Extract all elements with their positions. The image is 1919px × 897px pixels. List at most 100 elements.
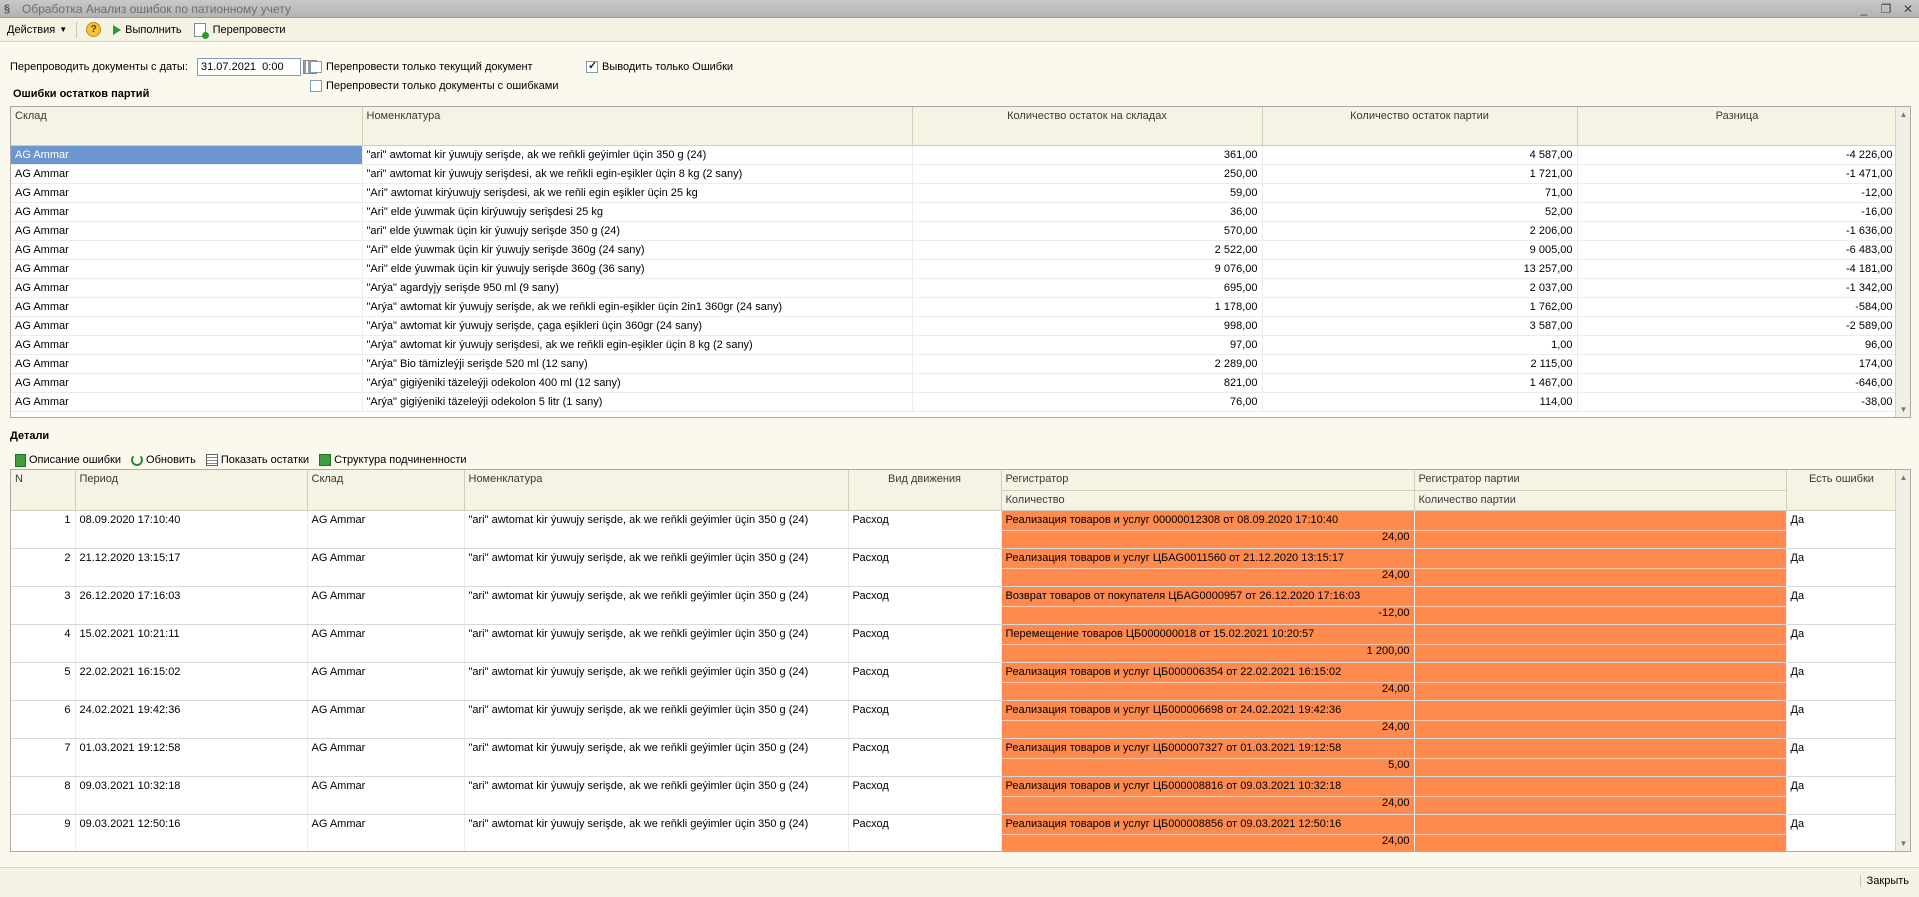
table-row[interactable]: 9 09.03.2021 12:50:16 AG Ammar "ari" awtoma… (11, 814, 1898, 851)
repost-button[interactable]: Перепровести (191, 20, 289, 40)
table-row[interactable]: AG Ammar "Arýa" gigiýeniki täzeleýji odek… (11, 373, 1898, 393)
close-icon[interactable]: ✕ (1901, 2, 1915, 16)
cell-nomenclature: "ari" awtomat kir ýuwujy serişde, ak we … (464, 548, 849, 587)
scroll-up-icon[interactable]: ▲ (1896, 107, 1910, 122)
cell-period: 09.03.2021 10:32:18 (75, 776, 308, 815)
scroll-up-icon[interactable]: ▲ (1896, 470, 1910, 485)
cell-registrar[interactable]: Реализация товаров и услуг ЦБ000007327 о… (1001, 738, 1415, 759)
refresh-button[interactable]: Обновить (131, 450, 196, 470)
column-header-difference[interactable]: Разница (1577, 107, 1898, 146)
show-balances-button[interactable]: Показать остатки (205, 450, 309, 470)
only-current-checkbox[interactable] (310, 61, 322, 73)
column-header-has-errors[interactable]: Есть ошибки (1786, 470, 1898, 511)
scroll-down-icon[interactable]: ▼ (1896, 836, 1910, 851)
table-row[interactable]: AG Ammar "Ari" elde ýuwmak üçin kir ýuwuj… (11, 240, 1898, 260)
column-header-nomenclature[interactable]: Номенклатура (464, 470, 849, 511)
column-header-registrar[interactable]: Регистратор (1001, 470, 1415, 491)
column-header-quantity[interactable]: Количество (1001, 490, 1415, 511)
cell-movement: Расход (848, 700, 1002, 739)
table-row[interactable]: AG Ammar "ari" awtomat kir ýuwujy serişde… (11, 164, 1898, 184)
column-header-n[interactable]: N (11, 470, 76, 511)
cell-batch-registrar[interactable] (1414, 586, 1787, 607)
only-errors-docs-checkbox[interactable] (310, 80, 322, 92)
cell-batch-registrar[interactable] (1414, 624, 1787, 645)
cell-batch-registrar[interactable] (1414, 700, 1787, 721)
cell-registrar[interactable]: Реализация товаров и услуг 00000012308 о… (1001, 510, 1415, 531)
column-header-warehouse[interactable]: Склад (11, 107, 363, 146)
table-row[interactable]: 4 15.02.2021 10:21:11 AG Ammar "ari" awtoma… (11, 624, 1898, 663)
cell-qty-warehouses: 9 076,00 (912, 259, 1263, 279)
error-description-button[interactable]: Описание ошибки (15, 450, 121, 470)
column-header-batch-registrar[interactable]: Регистратор партии (1414, 470, 1787, 491)
cell-movement: Расход (848, 548, 1002, 587)
table-row[interactable]: AG Ammar "Ari" elde ýuwmak üçin kirýuwujy… (11, 202, 1898, 222)
table-row[interactable]: 5 22.02.2021 16:15:02 AG Ammar "ari" awtoma… (11, 662, 1898, 701)
cell-warehouse: AG Ammar (307, 738, 465, 777)
column-header-batch-quantity[interactable]: Количество партии (1414, 490, 1787, 511)
show-only-errors-checkbox-row[interactable]: Выводить только Ошибки (586, 59, 733, 73)
cell-warehouse: AG Ammar (11, 316, 363, 336)
table-row[interactable]: 6 24.02.2021 19:42:36 AG Ammar "ari" awtoma… (11, 700, 1898, 739)
cell-batch-registrar[interactable] (1414, 510, 1787, 531)
close-button[interactable]: Закрыть (1859, 875, 1909, 887)
table-row[interactable]: AG Ammar "Ari" elde ýuwmak üçin kir ýuwuj… (11, 259, 1898, 279)
errors-table-scrollbar[interactable]: ▲ ▼ (1895, 107, 1910, 417)
cell-batch-quantity (1414, 606, 1787, 625)
cell-movement: Расход (848, 738, 1002, 777)
cell-registrar[interactable]: Перемещение товаров ЦБ000000018 от 15.02… (1001, 624, 1415, 645)
table-row[interactable]: 2 21.12.2020 13:15:17 AG Ammar "ari" awtoma… (11, 548, 1898, 587)
details-table-scrollbar[interactable]: ▲ ▼ (1895, 470, 1910, 851)
restore-icon[interactable]: ❐ (1879, 2, 1893, 16)
column-header-qty-batches[interactable]: Количество остаток партии (1262, 107, 1578, 146)
table-row[interactable]: 1 08.09.2020 17:10:40 AG Ammar "ari" awtoma… (11, 510, 1898, 549)
cell-registrar[interactable]: Реализация товаров и услуг ЦБ000006354 о… (1001, 662, 1415, 683)
cell-batch-registrar[interactable] (1414, 662, 1787, 683)
cell-has-errors: Да (1786, 776, 1898, 815)
cell-batch-registrar[interactable] (1414, 548, 1787, 569)
cell-nomenclature: "ari" awtomat kir ýuwujy serişde, ak we … (362, 145, 913, 165)
column-header-period[interactable]: Период (75, 470, 308, 511)
cell-warehouse: AG Ammar (11, 335, 363, 355)
cell-qty-warehouses: 361,00 (912, 145, 1263, 165)
table-row[interactable]: AG Ammar "Arýa" awtomat kir ýuwujy serişd… (11, 335, 1898, 355)
column-header-movement[interactable]: Вид движения (848, 470, 1002, 511)
table-row[interactable]: AG Ammar "Arýa" Bio tämizleýji serişde 52… (11, 354, 1898, 374)
scroll-down-icon[interactable]: ▼ (1896, 402, 1910, 417)
table-row[interactable]: 7 01.03.2021 19:12:58 AG Ammar "ari" awtoma… (11, 738, 1898, 777)
window-controls: _ ❐ ✕ (1857, 0, 1915, 18)
table-row[interactable]: AG Ammar "Ari" awtomat kirýuwujy serişdes… (11, 183, 1898, 203)
table-row[interactable]: 8 09.03.2021 10:32:18 AG Ammar "ari" awtoma… (11, 776, 1898, 815)
table-row[interactable]: AG Ammar "ari" elde ýuwmak üçin kir ýuwuj… (11, 221, 1898, 241)
show-only-errors-checkbox[interactable] (586, 59, 598, 73)
cell-qty-warehouses: 59,00 (912, 183, 1263, 203)
cell-batch-registrar[interactable] (1414, 814, 1787, 835)
column-header-qty-warehouses[interactable]: Количество остаток на складах (912, 107, 1263, 146)
date-input[interactable] (197, 58, 301, 76)
refresh-icon (131, 454, 144, 466)
cell-batch-registrar[interactable] (1414, 738, 1787, 759)
only-current-checkbox-row[interactable]: Перепровести только текущий документ (310, 61, 533, 73)
table-row[interactable]: AG Ammar "ari" awtomat kir ýuwujy serişde… (11, 145, 1898, 165)
table-row[interactable]: AG Ammar "Arýa" gigiýeniki täzeleýji odek… (11, 392, 1898, 412)
table-row[interactable]: AG Ammar "Arýa" awtomat kir ýuwujy serişd… (11, 297, 1898, 317)
cell-batch-registrar[interactable] (1414, 776, 1787, 797)
cell-registrar[interactable]: Реализация товаров и услуг ЦБ000008816 о… (1001, 776, 1415, 797)
table-row[interactable]: AG Ammar "Arýa" awtomat kir ýuwujy serişd… (11, 316, 1898, 336)
help-button[interactable]: ? (83, 20, 104, 40)
minimize-icon[interactable]: _ (1857, 2, 1871, 16)
only-errors-docs-checkbox-row[interactable]: Перепровести только документы с ошибками (310, 80, 559, 92)
structure-button[interactable]: Структура подчиненности (319, 450, 467, 470)
table-row[interactable]: 3 26.12.2020 17:16:03 AG Ammar "ari" awtoma… (11, 586, 1898, 625)
cell-has-errors: Да (1786, 586, 1898, 625)
cell-registrar[interactable]: Реализация товаров и услуг ЦБ000008856 о… (1001, 814, 1415, 835)
table-row[interactable]: AG Ammar "Arýa" agardyjy serişde 950 ml (… (11, 278, 1898, 298)
column-header-warehouse[interactable]: Склад (307, 470, 465, 511)
cell-registrar[interactable]: Реализация товаров и услуг ЦБAG0011560 о… (1001, 548, 1415, 569)
column-header-nomenclature[interactable]: Номенклатура (362, 107, 913, 146)
cell-registrar[interactable]: Реализация товаров и услуг ЦБ000006698 о… (1001, 700, 1415, 721)
actions-menu-button[interactable]: Действия ▼ (4, 20, 70, 40)
run-button[interactable]: Выполнить (110, 20, 184, 40)
cell-batch-quantity (1414, 834, 1787, 851)
cell-difference: -4 226,00 (1577, 145, 1898, 165)
cell-registrar[interactable]: Возврат товаров от покупателя ЦБAG000095… (1001, 586, 1415, 607)
